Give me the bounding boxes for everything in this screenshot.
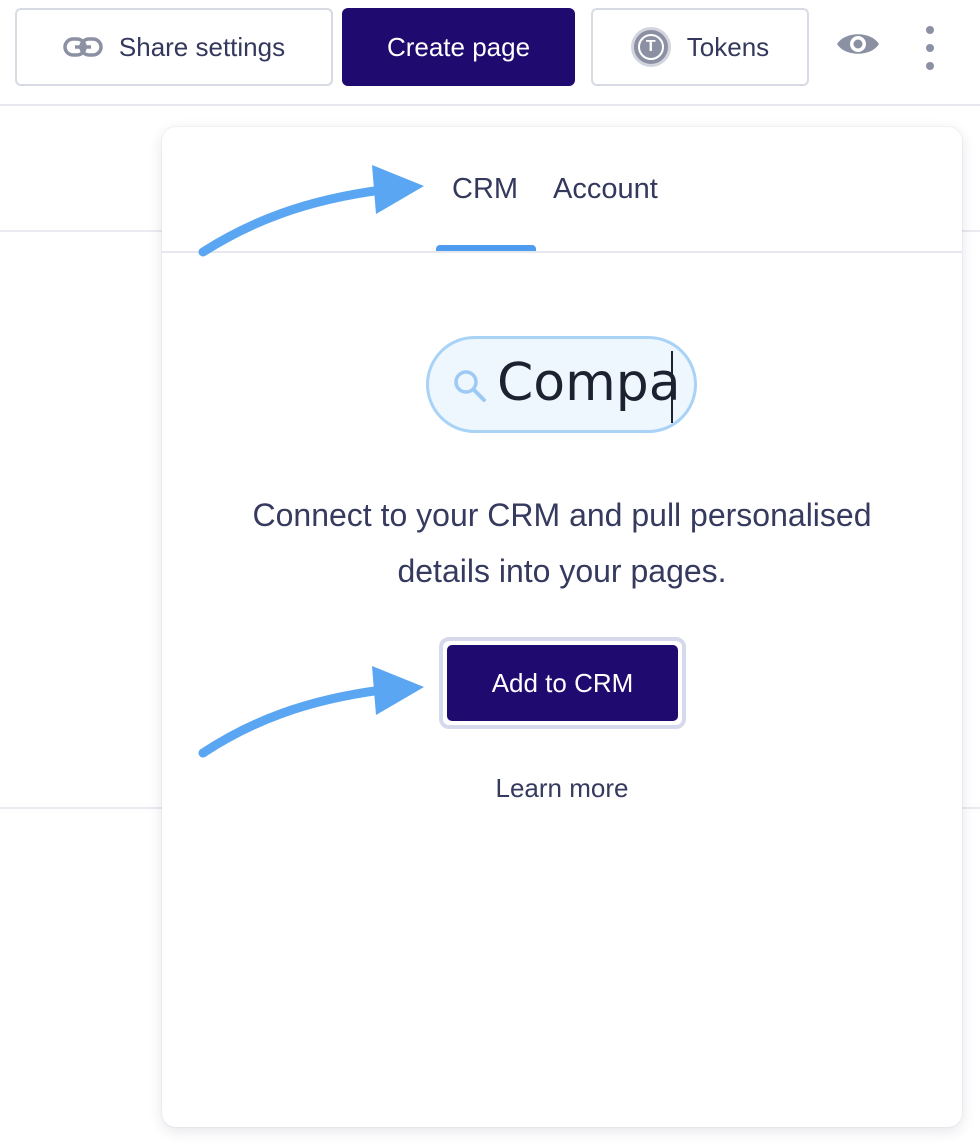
create-page-label: Create page	[386, 31, 531, 62]
token-icon: T	[630, 27, 671, 67]
add-to-crm-focus-ring: Add to CRM	[439, 637, 686, 729]
active-tab-indicator	[436, 245, 536, 251]
crm-popover: CRM Account Compa Connect to your CRM an…	[162, 127, 962, 1127]
eye-icon	[835, 29, 881, 64]
create-page-button[interactable]: Create page	[342, 8, 575, 86]
tab-account[interactable]: Account	[553, 173, 658, 206]
top-toolbar: Share settings Create page T Tokens	[0, 0, 980, 106]
preview-button[interactable]	[834, 26, 882, 66]
search-input-value: Compa	[497, 353, 681, 413]
tab-crm[interactable]: CRM	[452, 173, 518, 206]
text-cursor	[671, 351, 673, 423]
search-input[interactable]: Compa	[426, 336, 697, 433]
search-icon	[453, 369, 487, 408]
tokens-label: Tokens	[686, 31, 770, 62]
tab-bar: CRM Account	[162, 127, 962, 253]
share-settings-label: Share settings	[118, 31, 286, 62]
more-options-button[interactable]	[914, 26, 946, 70]
share-settings-button[interactable]: Share settings	[15, 8, 333, 86]
token-letter: T	[637, 34, 664, 60]
learn-more-link[interactable]: Learn more	[462, 773, 662, 804]
crm-description: Connect to your CRM and pull personalise…	[252, 497, 872, 589]
more-vertical-icon	[926, 26, 934, 34]
tokens-button[interactable]: T Tokens	[591, 8, 809, 86]
link-icon	[63, 36, 103, 58]
add-to-crm-button[interactable]: Add to CRM	[447, 645, 678, 721]
